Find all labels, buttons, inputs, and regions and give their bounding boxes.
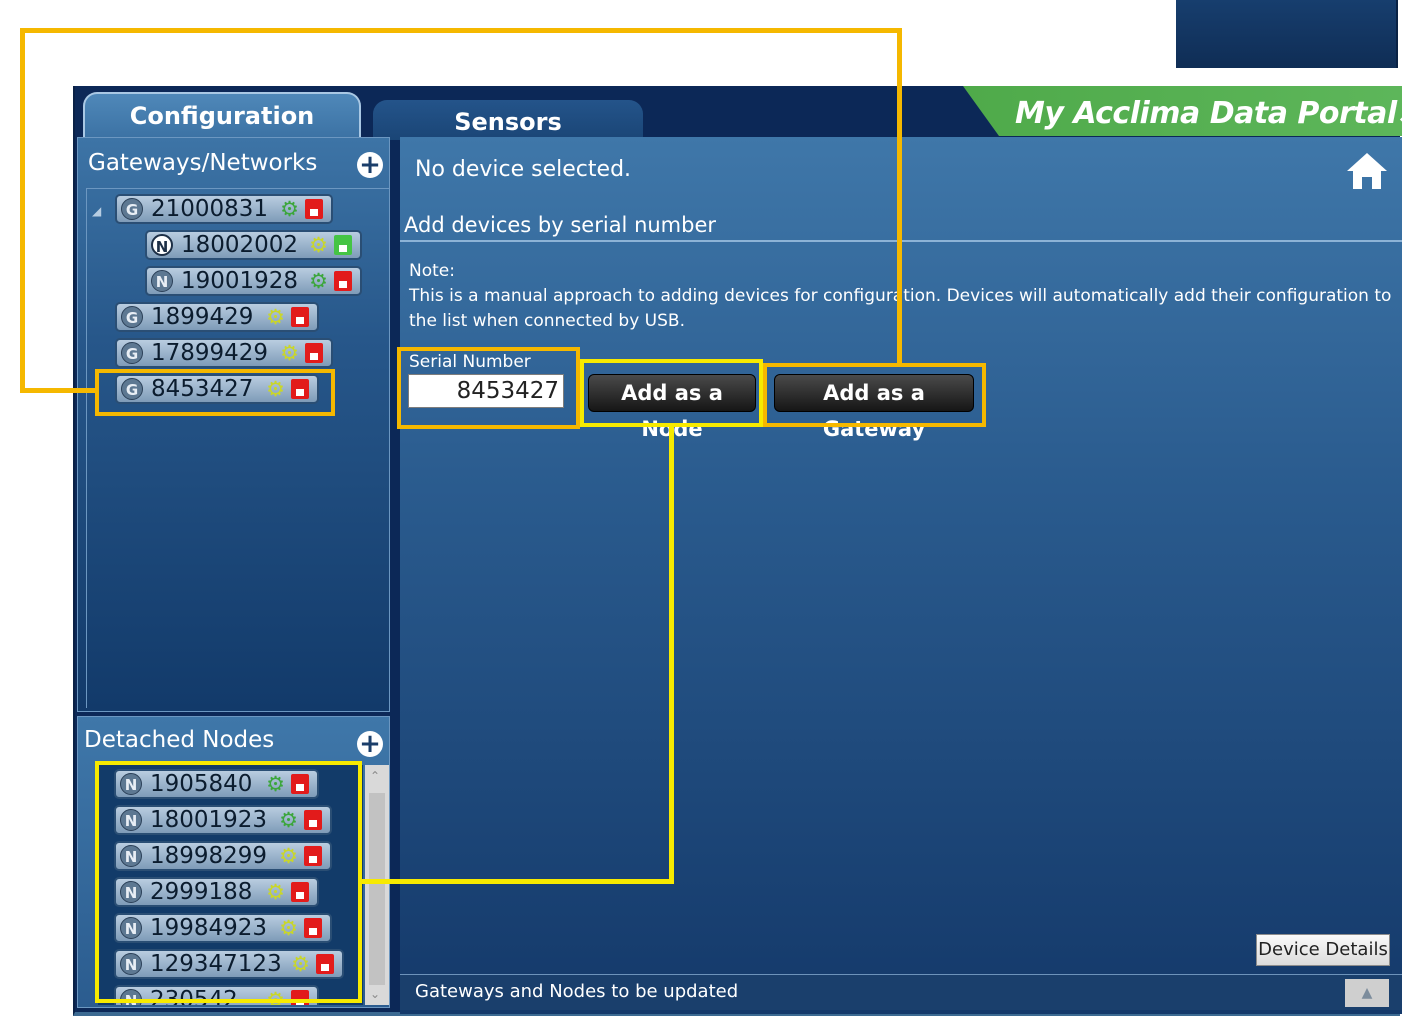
device-serial: 17899429 bbox=[151, 340, 269, 366]
highlight-gateway-8453427 bbox=[95, 369, 335, 416]
gateway-badge-icon: G bbox=[121, 198, 143, 220]
gear-icon[interactable]: ⚙ bbox=[280, 197, 299, 221]
highlight-add-node bbox=[580, 359, 763, 427]
connector-line-top bbox=[20, 28, 902, 33]
highlight-add-gateway bbox=[763, 363, 986, 427]
gateways-panel: Gateways/Networks + ◢ G 21000831 ⚙ N 180… bbox=[77, 137, 390, 712]
device-serial: 1899429 bbox=[151, 304, 254, 330]
highlight-detached-nodes bbox=[95, 761, 362, 1003]
device-serial: 19001928 bbox=[181, 268, 299, 294]
gear-icon[interactable]: ⚙ bbox=[266, 305, 285, 329]
external-link-icon: ↗ bbox=[1396, 101, 1417, 129]
selection-status: No device selected. bbox=[415, 157, 632, 182]
device-serial: 21000831 bbox=[151, 196, 269, 222]
node-badge-icon: N bbox=[151, 270, 173, 292]
device-details-button[interactable]: Device Details bbox=[1256, 934, 1390, 966]
update-queue-label: Gateways and Nodes to be updated bbox=[415, 981, 739, 1002]
node-item-18002002[interactable]: N 18002002 ⚙ bbox=[145, 230, 362, 260]
save-icon[interactable] bbox=[305, 343, 323, 363]
save-icon[interactable] bbox=[334, 271, 352, 291]
gateway-badge-icon: G bbox=[121, 342, 143, 364]
section-title: Add devices by serial number bbox=[404, 213, 717, 237]
gateway-item-17899429[interactable]: G 17899429 ⚙ bbox=[115, 338, 333, 368]
connector-line-left bbox=[20, 28, 25, 393]
update-queue-bar[interactable]: Gateways and Nodes to be updated ▲ bbox=[400, 974, 1402, 1010]
tree-collapse-arrow-icon[interactable]: ◢ bbox=[92, 204, 101, 218]
portal-link-label: My Acclima Data Portal bbox=[1015, 96, 1397, 131]
detached-nodes-scrollbar[interactable]: ⌃ ⌄ bbox=[365, 765, 389, 1005]
connector-line-node-down bbox=[669, 425, 674, 884]
gear-icon[interactable]: ⚙ bbox=[309, 269, 328, 293]
scrollbar-thumb[interactable] bbox=[369, 793, 385, 985]
tab-sensors[interactable]: Sensors bbox=[373, 100, 643, 140]
gateways-panel-title: Gateways/Networks bbox=[88, 150, 318, 176]
connector-line-to-gateway bbox=[20, 388, 98, 393]
highlight-serial-number bbox=[397, 347, 580, 429]
detached-nodes-title: Detached Nodes bbox=[84, 727, 275, 753]
connector-line-node-to-list bbox=[360, 879, 674, 884]
home-icon[interactable] bbox=[1346, 151, 1388, 191]
note-label: Note: bbox=[409, 261, 455, 281]
save-icon[interactable] bbox=[334, 235, 352, 255]
scroll-down-icon[interactable]: ⌄ bbox=[370, 987, 380, 1001]
window-corner-block bbox=[1176, 0, 1398, 68]
gateway-badge-icon: G bbox=[121, 306, 143, 328]
save-icon[interactable] bbox=[291, 307, 309, 327]
tab-configuration[interactable]: Configuration bbox=[83, 92, 361, 142]
note-text-line2: the list when connected by USB. bbox=[409, 311, 685, 331]
gateway-item-1899429[interactable]: G 1899429 ⚙ bbox=[115, 302, 319, 332]
scroll-up-icon[interactable]: ⌃ bbox=[370, 769, 380, 783]
add-detached-node-plus-icon[interactable]: + bbox=[357, 731, 383, 757]
up-triangle-icon[interactable]: ▲ bbox=[1345, 979, 1389, 1007]
portal-link[interactable]: My Acclima Data Portal↗ bbox=[1015, 94, 1417, 134]
gear-icon[interactable]: ⚙ bbox=[280, 341, 299, 365]
node-badge-icon: N bbox=[151, 234, 173, 256]
device-serial: 18002002 bbox=[181, 232, 299, 258]
add-gateway-plus-icon[interactable]: + bbox=[357, 152, 383, 178]
connector-line-to-gateway-button bbox=[897, 28, 902, 365]
gear-icon[interactable]: ⚙ bbox=[309, 233, 328, 257]
gateway-item-21000831[interactable]: G 21000831 ⚙ bbox=[115, 194, 333, 224]
node-item-19001928[interactable]: N 19001928 ⚙ bbox=[145, 266, 362, 296]
save-icon[interactable] bbox=[305, 199, 323, 219]
